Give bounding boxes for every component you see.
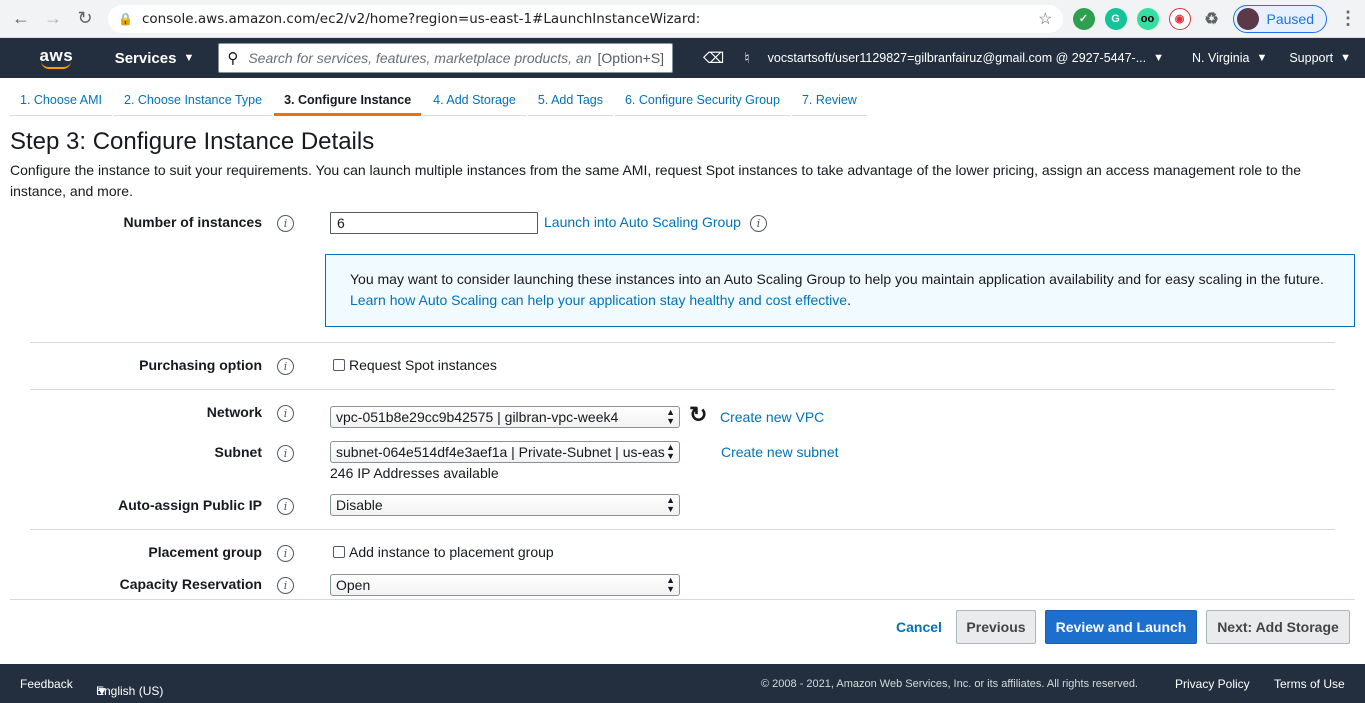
placement-label: Placement group — [148, 544, 262, 560]
divider — [30, 342, 1335, 343]
cancel-button[interactable]: Cancel — [888, 610, 950, 644]
profile-status: Paused — [1266, 10, 1314, 27]
aws-smile-icon — [41, 61, 72, 69]
placement-checkbox[interactable]: Add instance to placement group — [333, 544, 554, 560]
cloudshell-icon[interactable]: ⌫ — [703, 49, 724, 67]
subnet-ip-note: 246 IP Addresses available — [330, 465, 499, 481]
info-icon[interactable]: i — [277, 498, 294, 515]
previous-button[interactable]: Previous — [956, 610, 1036, 644]
shield-extension-icon[interactable]: ✓ — [1072, 7, 1095, 30]
account-menu[interactable]: vocstartsoft/user1129827=gilbranfairuz@g… — [768, 51, 1164, 65]
divider — [30, 389, 1335, 390]
capacity-label: Capacity Reservation — [119, 576, 262, 592]
bookmark-star-icon[interactable]: ☆ — [1038, 9, 1052, 29]
tab-configure-security-group[interactable]: 6. Configure Security Group — [614, 93, 790, 116]
asg-learn-link[interactable]: Learn how Auto Scaling can help your app… — [350, 292, 847, 308]
page-title: Step 3: Configure Instance Details — [10, 128, 375, 155]
subnet-select[interactable]: subnet-064e514df4e3aef1a | Private-Subne… — [330, 441, 680, 463]
terms-link[interactable]: Terms of Use — [1274, 677, 1345, 691]
copyright: © 2008 - 2021, Amazon Web Services, Inc.… — [761, 677, 1138, 690]
divider — [30, 529, 1335, 530]
tab-choose-instance-type[interactable]: 2. Choose Instance Type — [114, 93, 273, 116]
select-arrows-icon: ▲ ▼ — [666, 575, 675, 594]
back-arrow-icon[interactable]: ← — [8, 6, 34, 32]
purchasing-label: Purchasing option — [139, 357, 262, 373]
page-description: Configure the instance to suit your requ… — [10, 162, 1302, 199]
instances-input[interactable]: 6 — [330, 212, 538, 234]
info-icon[interactable]: i — [750, 215, 767, 232]
create-vpc-link[interactable]: Create new VPC — [720, 409, 824, 425]
privacy-link[interactable]: Privacy Policy — [1175, 677, 1250, 691]
select-arrows-icon: ▲ ▼ — [666, 407, 675, 426]
puzzle-extensions-icon[interactable]: ♻ — [1201, 8, 1223, 30]
region-menu[interactable]: N. Virginia ▼ — [1192, 51, 1267, 65]
reload-icon[interactable]: ↻ — [72, 6, 98, 32]
aws-top-nav: aws Services ▼ ⚲ Search for services, fe… — [0, 38, 1365, 78]
asg-notice-text: You may want to consider launching these… — [350, 271, 1324, 287]
create-subnet-link[interactable]: Create new subnet — [721, 444, 839, 460]
services-menu[interactable]: Services ▼ — [115, 50, 195, 67]
tab-add-storage[interactable]: 4. Add Storage — [423, 93, 526, 116]
review-launch-button[interactable]: Review and Launch — [1045, 610, 1197, 644]
tab-choose-ami[interactable]: 1. Choose AMI — [10, 93, 112, 116]
next-add-storage-button[interactable]: Next: Add Storage — [1206, 610, 1350, 644]
address-bar[interactable]: 🔒 console.aws.amazon.com/ec2/v2/home?reg… — [108, 4, 1063, 33]
asg-notice: You may want to consider launching these… — [325, 254, 1355, 327]
capacity-select[interactable]: Open ▲ ▼ — [330, 574, 680, 596]
search-input[interactable]: ⚲ Search for services, features, marketp… — [218, 43, 674, 73]
info-icon[interactable]: i — [277, 545, 294, 562]
refresh-icon[interactable]: ↻ — [689, 404, 707, 426]
spot-checkbox[interactable]: Request Spot instances — [333, 357, 497, 373]
browser-toolbar: ← → ↻ 🔒 console.aws.amazon.com/ec2/v2/ho… — [0, 0, 1365, 38]
support-menu[interactable]: Support ▼ — [1289, 51, 1351, 65]
avatar — [1236, 7, 1259, 30]
asg-link[interactable]: Launch into Auto Scaling Group — [544, 214, 741, 230]
network-select[interactable]: vpc-051b8e29cc9b42575 | gilbran-vpc-week… — [330, 406, 680, 428]
checkbox-box[interactable] — [333, 359, 345, 371]
info-icon[interactable]: i — [277, 445, 294, 462]
network-label: Network — [206, 404, 262, 420]
info-icon[interactable]: i — [277, 358, 294, 375]
caret-down-icon: ▼ — [183, 52, 195, 64]
instances-label: Number of instances — [123, 214, 262, 230]
public-ip-select[interactable]: Disable ▲ ▼ — [330, 494, 680, 516]
subnet-label: Subnet — [214, 444, 262, 460]
caret-down-icon: ▼ — [1340, 52, 1351, 64]
divider — [10, 599, 1355, 600]
checkbox-box[interactable] — [333, 546, 345, 558]
forward-arrow-icon[interactable]: → — [40, 6, 66, 32]
aws-footer: Feedback English (US) ▼ © 2008 - 2021, A… — [0, 664, 1365, 703]
select-arrows-icon: ▲ ▼ — [666, 495, 675, 514]
tab-review[interactable]: 7. Review — [791, 93, 867, 116]
tab-add-tags[interactable]: 5. Add Tags — [527, 93, 613, 116]
aws-logo[interactable]: aws — [32, 41, 81, 75]
caret-down-icon: ▼ — [1153, 52, 1164, 64]
url-text[interactable]: console.aws.amazon.com/ec2/v2/home?regio… — [142, 11, 1038, 27]
profile-button[interactable]: Paused — [1232, 4, 1327, 33]
browser-menu-icon[interactable]: ⋮ — [1339, 8, 1357, 29]
info-icon[interactable]: i — [277, 215, 294, 232]
tracker-extension-icon[interactable]: ◉ — [1168, 7, 1191, 30]
owl-extension-icon[interactable]: oo — [1136, 7, 1159, 30]
tab-configure-instance[interactable]: 3. Configure Instance — [274, 93, 422, 116]
search-icon: ⚲ — [227, 50, 239, 67]
caret-down-icon: ▼ — [96, 683, 108, 698]
caret-down-icon: ▼ — [1256, 52, 1268, 64]
feedback-link[interactable]: Feedback — [20, 677, 73, 691]
lock-icon: 🔒 — [118, 11, 133, 26]
select-arrows-icon: ▲ ▼ — [666, 442, 675, 461]
bell-icon[interactable]: ♮ — [744, 49, 749, 67]
public-ip-label: Auto-assign Public IP — [118, 497, 262, 513]
grammarly-extension-icon[interactable]: G — [1104, 7, 1127, 30]
info-icon[interactable]: i — [277, 577, 294, 594]
wizard-tabs: 1. Choose AMI 2. Choose Instance Type 3.… — [0, 78, 1365, 116]
info-icon[interactable]: i — [277, 405, 294, 422]
